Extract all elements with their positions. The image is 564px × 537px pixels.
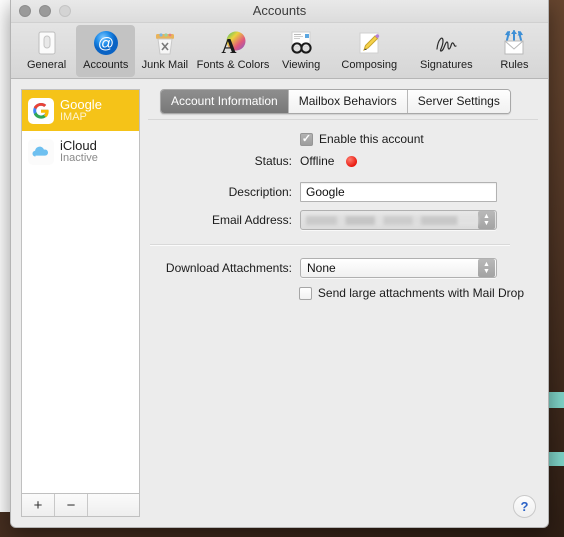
toolbar-label: Rules	[500, 59, 529, 71]
fonts-colors-icon: A	[218, 28, 248, 58]
add-account-button[interactable]: +	[22, 494, 55, 516]
help-button[interactable]: ?	[513, 495, 536, 518]
toolbar-label: Fonts & Colors	[196, 59, 270, 71]
account-row-google[interactable]: Google IMAP	[22, 90, 139, 131]
download-attachments-label: Download Attachments:	[165, 261, 292, 275]
mail-drop-checkbox[interactable]	[298, 286, 312, 300]
mail-drop-row: Send large attachments with Mail Drop	[148, 286, 524, 300]
account-type: IMAP	[60, 110, 87, 123]
toolbar-label: Signatures	[420, 59, 473, 71]
download-attachments-row: Download Attachments: None ▲ ▼	[148, 258, 524, 278]
preferences-toolbar: General @ Accounts Junk Mail A Fonts & C…	[11, 23, 548, 79]
email-address-row: Email Address: ▲ ▼	[148, 210, 524, 230]
email-address-popup[interactable]: ▲ ▼	[300, 210, 497, 230]
enable-account-label: Enable this account	[319, 132, 424, 146]
account-name: Google	[60, 97, 102, 112]
toolbar-item-accounts[interactable]: @ Accounts	[76, 25, 136, 77]
toolbar-item-general[interactable]: General	[17, 25, 76, 77]
mail-drop-field: Send large attachments with Mail Drop	[298, 286, 524, 300]
toolbar-item-viewing[interactable]: Viewing	[272, 25, 331, 77]
signatures-icon	[431, 28, 461, 58]
accounts-sidebar: Google IMAP iCloud Inactive + −	[21, 89, 140, 517]
account-detail-pane: Account Information Mailbox Behaviors Se…	[148, 89, 538, 517]
tab-account-information[interactable]: Account Information	[161, 90, 289, 113]
description-field-wrap	[300, 182, 524, 202]
download-attachments-popup[interactable]: None ▲ ▼	[300, 258, 497, 278]
form-divider	[150, 244, 510, 246]
mail-drop-label: Send large attachments with Mail Drop	[317, 286, 524, 300]
description-label: Description:	[228, 185, 292, 199]
account-name: iCloud	[60, 138, 97, 153]
accounts-list-footer: + −	[22, 493, 139, 516]
accounts-icon: @	[91, 28, 121, 58]
toolbar-item-rules[interactable]: Rules	[485, 25, 544, 77]
composing-icon	[354, 28, 384, 58]
toolbar-label: Composing	[341, 59, 398, 71]
account-information-panel: ✓ Enable this account Status: Offline De…	[148, 119, 538, 517]
toolbar-label: Junk Mail	[141, 59, 189, 71]
email-address-value-redacted	[306, 215, 478, 225]
footer-spacer	[88, 494, 139, 516]
toolbar-item-signatures[interactable]: Signatures	[408, 25, 485, 77]
svg-text:A: A	[221, 34, 237, 57]
tab-server-settings[interactable]: Server Settings	[407, 90, 510, 113]
email-address-field-wrap: ▲ ▼	[300, 210, 524, 230]
accounts-list: Google IMAP iCloud Inactive	[22, 90, 139, 493]
account-row-icloud[interactable]: iCloud Inactive	[22, 131, 139, 172]
junk-mail-icon	[150, 28, 180, 58]
email-address-label: Email Address:	[211, 213, 292, 227]
general-icon	[32, 28, 62, 58]
desktop-accent	[547, 452, 564, 466]
google-logo-icon	[28, 97, 54, 124]
viewing-icon	[286, 28, 316, 58]
enable-account-row: ✓ Enable this account	[148, 132, 524, 146]
toolbar-label: Accounts	[83, 59, 129, 71]
status-label: Status:	[254, 154, 292, 168]
toolbar-item-junk-mail[interactable]: Junk Mail	[135, 25, 194, 77]
account-type: Inactive	[60, 151, 98, 164]
toolbar-label: Viewing	[281, 59, 321, 71]
description-input[interactable]	[300, 182, 497, 202]
download-attachments-value: None	[307, 261, 336, 275]
enable-account-field: ✓ Enable this account	[300, 132, 524, 146]
svg-text:@: @	[98, 36, 114, 53]
toolbar-label: General	[27, 59, 67, 71]
enable-account-checkbox[interactable]: ✓	[300, 132, 313, 146]
status-row: Status: Offline	[148, 154, 524, 168]
window-title: Accounts	[252, 3, 307, 18]
download-attachments-field-wrap: None ▲ ▼	[300, 258, 524, 278]
remove-account-button[interactable]: −	[55, 494, 88, 516]
window-titlebar: Accounts	[11, 0, 548, 23]
accounts-preferences-window: Accounts General @ Accounts Junk Mail A …	[10, 0, 549, 528]
rules-icon	[499, 28, 529, 58]
status-value: Offline	[300, 154, 335, 168]
account-information-form: ✓ Enable this account Status: Offline De…	[148, 132, 524, 308]
account-tabs: Account Information Mailbox Behaviors Se…	[160, 89, 511, 114]
account-label-group: Google IMAP	[60, 98, 102, 124]
toolbar-item-fonts-colors[interactable]: A Fonts & Colors	[194, 25, 271, 77]
icloud-cloud-icon	[28, 138, 54, 165]
tab-mailbox-behaviors[interactable]: Mailbox Behaviors	[288, 90, 408, 113]
preferences-body: Google IMAP iCloud Inactive + − Account …	[11, 79, 548, 527]
desktop-accent	[547, 392, 564, 408]
chevron-updown-icon: ▲ ▼	[478, 211, 495, 229]
toolbar-item-composing[interactable]: Composing	[331, 25, 408, 77]
chevron-updown-icon: ▲ ▼	[478, 259, 495, 277]
status-indicator-icon	[346, 155, 358, 167]
account-label-group: iCloud Inactive	[60, 139, 98, 165]
status-field: Offline	[300, 154, 524, 168]
description-row: Description:	[148, 182, 524, 202]
checkmark-icon: ✓	[301, 132, 312, 145]
screen: g a c k ot u t m if 3 ic Accounts	[0, 0, 564, 537]
